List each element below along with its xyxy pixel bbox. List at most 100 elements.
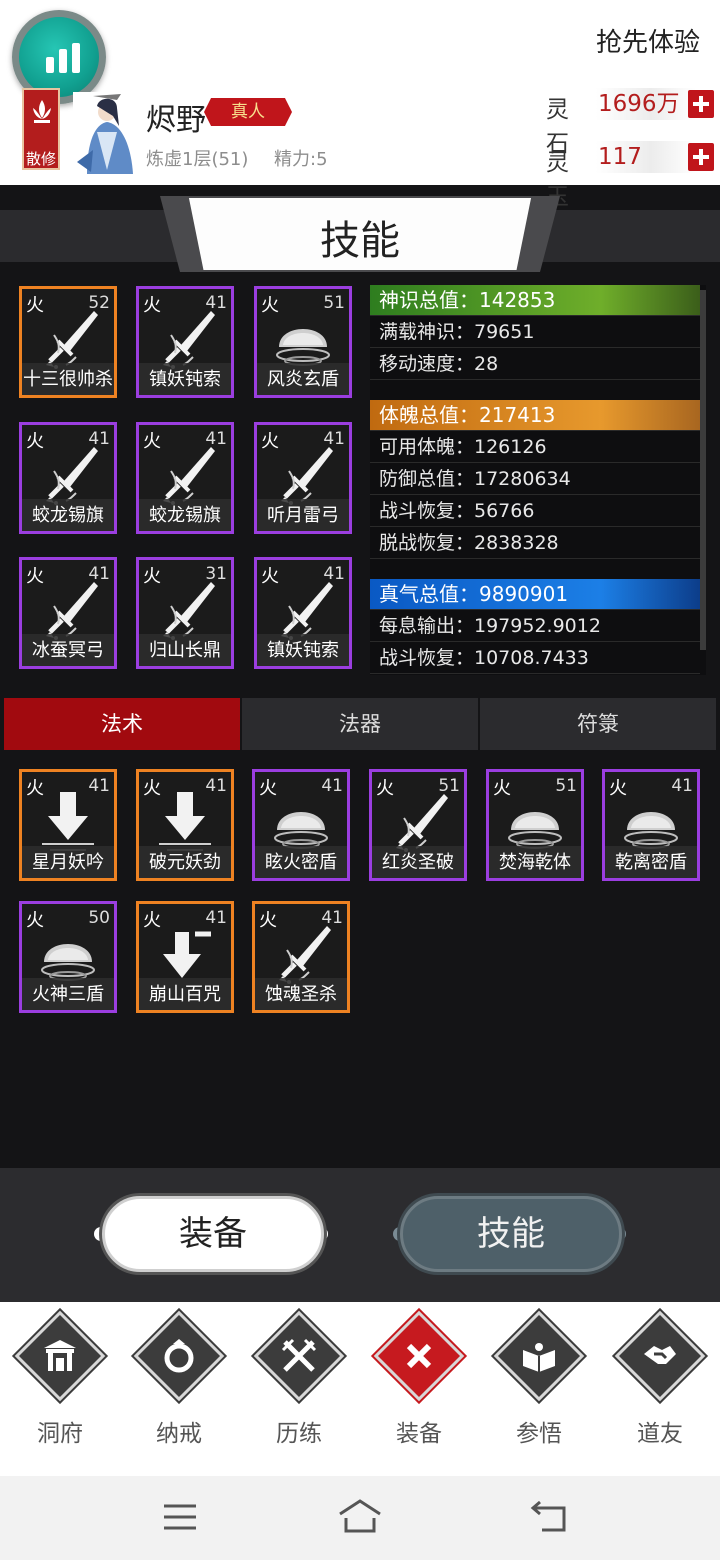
system-navigation-bar: [0, 1476, 720, 1560]
sword-icon: [163, 582, 215, 640]
skill-tile[interactable]: 火 41 镇妖钝索: [136, 286, 234, 398]
shield-dome-icon: [274, 812, 328, 849]
skill-element: 火: [493, 778, 511, 799]
skill-element: 火: [261, 431, 279, 452]
sword-icon: [46, 447, 98, 505]
skill-name: 冰蚕冥弓: [32, 640, 104, 661]
stat-group-header: 体魄总值：217413: [370, 400, 700, 431]
stat-row: 每息输出：197952.9012: [370, 611, 700, 642]
skill-element: 火: [143, 778, 161, 799]
sword-icon: [281, 582, 333, 640]
gate-icon: [44, 1340, 76, 1371]
ring-icon: [164, 1339, 194, 1373]
handshake-icon: [644, 1346, 676, 1364]
nav-item-training[interactable]: 历练: [249, 1310, 349, 1458]
skill-element: 火: [609, 778, 627, 799]
nav-label: 道友: [637, 1421, 683, 1447]
bar-chart-icon: [46, 43, 82, 73]
skill-tile[interactable]: 火 50 火神三盾: [19, 901, 117, 1013]
nav-item-equipment[interactable]: 装备: [369, 1310, 469, 1458]
home-icon[interactable]: [336, 1498, 384, 1534]
nav-item-ring[interactable]: 纳戒: [129, 1310, 229, 1458]
back-icon[interactable]: [530, 1500, 570, 1534]
stats-panel: 神识总值：142853 满载神识：79651 移动速度：28 体魄总值：217413 可…: [370, 285, 706, 675]
skill-element: 火: [261, 566, 279, 587]
skill-name: 眩火密盾: [265, 852, 337, 873]
shield-dome-icon: [276, 329, 330, 366]
skill-element: 火: [259, 910, 277, 931]
skill-tile[interactable]: 火 51 风炎玄盾: [254, 286, 352, 398]
nav-item-cave[interactable]: 洞府: [10, 1310, 110, 1458]
nav-item-enlightenment[interactable]: 参悟: [489, 1310, 589, 1458]
stat-row: 可用体魄：126126: [370, 432, 700, 463]
equip-view-button[interactable]: 装备: [102, 1196, 324, 1272]
skill-tile[interactable]: 火 31 归山长鼎: [136, 557, 234, 669]
energy-value: 精力:5: [274, 149, 328, 170]
skill-name: 蛟龙锡旗: [32, 505, 104, 526]
tab-artifacts[interactable]: 法器: [242, 698, 478, 750]
stat-row: 脱战恢复：2838328: [370, 528, 700, 559]
skill-tile[interactable]: 火 41 崩山百咒: [136, 901, 234, 1013]
skill-level: 41: [323, 564, 345, 584]
skill-tile[interactable]: 火 41 蛟龙锡旗: [19, 422, 117, 534]
sword-icon: [163, 311, 215, 369]
skill-tile[interactable]: 火 51 红炎圣破: [369, 769, 467, 881]
down-arrow-burst-icon: [159, 792, 211, 851]
skill-tile[interactable]: 火 41 乾离密盾: [602, 769, 700, 881]
skill-level: 51: [438, 776, 460, 796]
skill-level: 41: [205, 429, 227, 449]
lotus-icon: [33, 100, 51, 123]
skill-name: 镇妖钝索: [267, 640, 339, 661]
menu-icon[interactable]: [162, 1502, 198, 1532]
skill-tile[interactable]: 火 41 蛟龙锡旗: [136, 422, 234, 534]
skill-element: 火: [143, 566, 161, 587]
skill-level: 52: [88, 293, 110, 313]
skill-view-button[interactable]: 技能: [400, 1196, 622, 1272]
stat-group-header: 神识总值：142853: [370, 285, 700, 316]
skill-tile[interactable]: 火 51 焚海乾体: [486, 769, 584, 881]
nav-label: 纳戒: [156, 1421, 202, 1447]
avatar[interactable]: [73, 92, 139, 174]
sword-icon: [281, 447, 333, 505]
skill-level: 41: [321, 776, 343, 796]
skill-tile[interactable]: 火 41 蚀魂圣杀: [252, 901, 350, 1013]
skill-level: 41: [321, 908, 343, 928]
nav-label: 参悟: [516, 1421, 562, 1447]
skill-tile[interactable]: 火 52 十三很帅杀: [19, 286, 117, 398]
skill-name: 十三很帅杀: [23, 369, 113, 390]
sect-label: 散修: [25, 150, 56, 168]
tab-spells[interactable]: 法术: [4, 698, 240, 750]
skill-name: 火神三盾: [32, 984, 104, 1005]
skill-tile[interactable]: 火 41 听月雷弓: [254, 422, 352, 534]
skill-element: 火: [261, 295, 279, 316]
stat-row: 满载神识：79651: [370, 317, 700, 348]
nav-label: 装备: [396, 1421, 442, 1447]
open-book-icon: [523, 1343, 555, 1372]
nav-item-friends[interactable]: 道友: [610, 1310, 710, 1458]
stats-scrollbar[interactable]: [700, 290, 706, 650]
skill-name: 归山长鼎: [149, 640, 221, 661]
skill-name: 蛟龙锡旗: [149, 505, 221, 526]
skill-element: 火: [143, 295, 161, 316]
rank-badge: 真人: [204, 98, 292, 126]
add-spirit-jade-button[interactable]: [688, 143, 714, 171]
sect-badge[interactable]: 散修: [22, 88, 60, 170]
skill-level: 41: [88, 776, 110, 796]
early-access-link[interactable]: 抢先体验: [596, 22, 700, 59]
skill-element: 火: [376, 778, 394, 799]
tab-talismans[interactable]: 符箓: [480, 698, 716, 750]
skill-tile[interactable]: 火 41 破元妖劲: [136, 769, 234, 881]
skill-level: 51: [323, 293, 345, 313]
skill-tile[interactable]: 火 41 眩火密盾: [252, 769, 350, 881]
skill-element: 火: [143, 431, 161, 452]
add-spirit-stone-button[interactable]: [688, 90, 714, 118]
sword-icon: [163, 447, 215, 505]
skill-element: 火: [259, 778, 277, 799]
skill-tile[interactable]: 火 41 镇妖钝索: [254, 557, 352, 669]
skill-level: 41: [323, 429, 345, 449]
skill-tile[interactable]: 火 41 星月妖吟: [19, 769, 117, 881]
shield-dome-icon: [41, 944, 95, 981]
skill-name: 镇妖钝索: [149, 369, 221, 390]
skill-tile[interactable]: 火 41 冰蚕冥弓: [19, 557, 117, 669]
stat-row: 防御总值：17280634: [370, 464, 700, 495]
